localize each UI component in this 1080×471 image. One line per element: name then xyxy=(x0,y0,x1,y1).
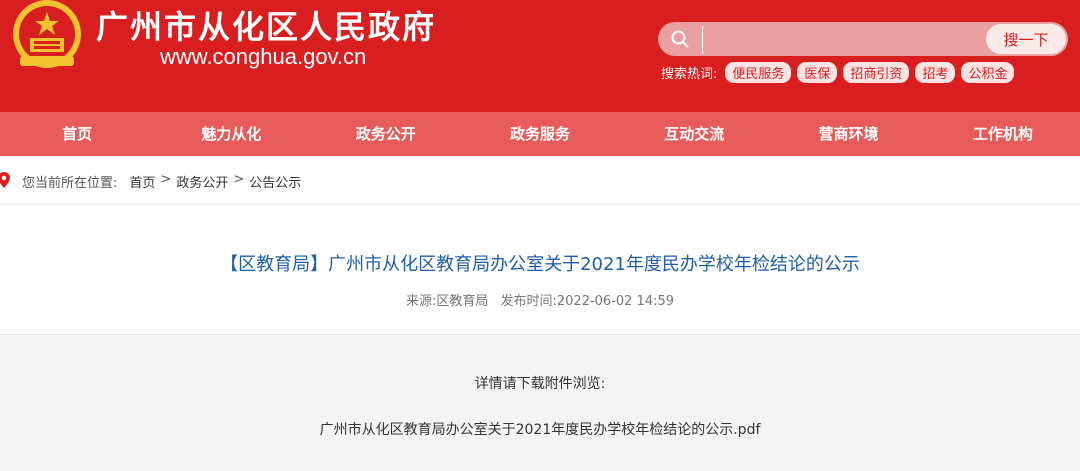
site-url: www.conghua.gov.cn xyxy=(160,44,367,69)
breadcrumb-label: 您当前所在位置: xyxy=(22,176,118,191)
breadcrumb-trail: 您当前所在位置: 首页 > 政务公开 > 公告公示 xyxy=(22,172,301,191)
breadcrumb: 您当前所在位置: 首页 > 政务公开 > 公告公示 xyxy=(0,156,1080,205)
search-icon xyxy=(671,30,689,48)
national-emblem-icon[interactable] xyxy=(10,0,84,74)
nav-interaction[interactable]: 互动交流 xyxy=(617,112,771,156)
hot-word-zhaoshang[interactable]: 招商引资 xyxy=(843,62,910,83)
location-pin-icon xyxy=(0,172,10,188)
breadcrumb-separator: > xyxy=(233,172,245,187)
hot-words: 搜索热词: 便民服务 医保 招商引资 招考 公积金 xyxy=(661,62,1020,83)
site-title: 广州市从化区人民政府 xyxy=(96,8,437,46)
site-header: 广州市从化区人民政府 www.conghua.gov.cn 搜一下 搜索热词: … xyxy=(0,0,1080,112)
search-input[interactable] xyxy=(702,26,981,54)
hot-word-gongjijin[interactable]: 公积金 xyxy=(961,62,1015,83)
nav-government-affairs[interactable]: 政务公开 xyxy=(309,112,463,156)
article-publish-time: 发布时间:2022-06-02 14:59 xyxy=(500,294,675,309)
nav-business-environment[interactable]: 营商环境 xyxy=(771,112,925,156)
nav-institutions[interactable]: 工作机构 xyxy=(926,112,1080,156)
breadcrumb-home[interactable]: 首页 xyxy=(129,172,155,191)
search-box: 搜一下 xyxy=(658,22,1068,56)
article-title: 【区教育局】广州市从化区教育局办公室关于2021年度民办学校年检结论的公示 xyxy=(220,254,860,275)
hot-word-bianmin[interactable]: 便民服务 xyxy=(725,62,792,83)
hot-words-label: 搜索热词: xyxy=(661,67,718,82)
article-source: 来源:区教育局 xyxy=(405,294,489,309)
article-body: 详情请下载附件浏览: 广州市从化区教育局办公室关于2021年度民办学校年检结论的… xyxy=(0,335,1080,471)
breadcrumb-government-affairs[interactable]: 政务公开 xyxy=(176,172,228,191)
hot-word-zhaokao[interactable]: 招考 xyxy=(915,62,956,83)
detail-text: 详情请下载附件浏览: xyxy=(474,376,606,392)
nav-home[interactable]: 首页 xyxy=(0,112,154,156)
main-nav: 首页 魅力从化 政务公开 政务服务 互动交流 营商环境 工作机构 xyxy=(0,112,1080,156)
article-meta: 来源:区教育局 发布时间:2022-06-02 14:59 xyxy=(0,290,1080,309)
search-button[interactable]: 搜一下 xyxy=(986,24,1066,54)
article-header: 【区教育局】广州市从化区教育局办公室关于2021年度民办学校年检结论的公示 来源… xyxy=(0,204,1080,335)
breadcrumb-separator: > xyxy=(160,172,172,187)
attachment-link[interactable]: 广州市从化区教育局办公室关于2021年度民办学校年检结论的公示.pdf xyxy=(320,419,761,439)
breadcrumb-announcements[interactable]: 公告公示 xyxy=(249,172,301,191)
hot-word-yibao[interactable]: 医保 xyxy=(797,62,838,83)
nav-charm-conghua[interactable]: 魅力从化 xyxy=(154,112,308,156)
nav-government-services[interactable]: 政务服务 xyxy=(463,112,617,156)
